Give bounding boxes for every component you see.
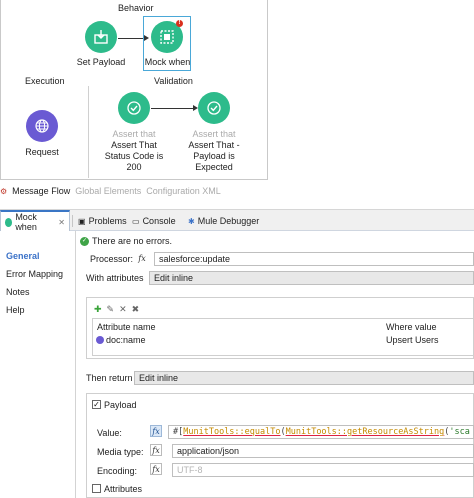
error-badge: ! (176, 20, 183, 27)
assert-payload-line1: Assert That - (188, 140, 240, 150)
delete-icon[interactable]: ✕ (119, 304, 127, 315)
tab-mule-debugger[interactable]: ✱ Mule Debugger (184, 210, 263, 232)
attr-value-cell: Upsert Users (386, 335, 439, 345)
behavior-section-label: Behavior (118, 3, 154, 13)
ok-icon: ✓ (80, 237, 89, 246)
set-payload-icon (94, 30, 108, 44)
payload-checkbox[interactable]: ✓ (92, 400, 101, 409)
expr-fn-getresource: MunitTools::getResourceAsString (285, 427, 445, 437)
media-type-label: Media type: (97, 447, 144, 457)
tab-global-elements[interactable]: Global Elements (75, 186, 141, 196)
nav-help[interactable]: Help (6, 305, 25, 315)
flow-view-tabs: ⚙ Message Flow Global Elements Configura… (0, 184, 221, 198)
check-icon (127, 101, 141, 115)
validation-status: There are no errors. (92, 236, 173, 246)
processor-label: Processor: (90, 254, 134, 264)
encoding-input[interactable]: UTF-8 (172, 463, 474, 477)
execution-section-label: Execution (25, 76, 65, 86)
nav-notes[interactable]: Notes (6, 287, 30, 297)
message-flow-icon: ⚙ (0, 186, 8, 196)
globe-icon (35, 119, 49, 133)
request-node[interactable] (26, 110, 58, 142)
set-payload-label: Set Payload (76, 57, 126, 67)
assert-status-kind: Assert that (112, 129, 156, 139)
check-icon (207, 101, 221, 115)
col-attribute-name: Attribute name (97, 322, 156, 332)
tab-mock-when-label: Mock when (15, 212, 37, 232)
assert-payload-node[interactable] (198, 92, 230, 124)
fx-toggle[interactable]: fx (150, 425, 162, 437)
assert-payload-line2: Payload is (193, 151, 235, 161)
with-attributes-select[interactable]: Edit inline (149, 271, 474, 285)
edit-icon[interactable]: ✎ (107, 304, 115, 315)
mock-when-label: Mock when (144, 57, 191, 67)
assert-status-line3: 200 (126, 162, 142, 172)
value-label: Value: (97, 428, 122, 438)
request-label: Request (25, 147, 59, 157)
tab-problems-label: Problems (88, 216, 127, 226)
set-payload-node[interactable] (85, 21, 117, 53)
assert-payload-line3: Expected (195, 162, 233, 172)
debugger-icon: ✱ (188, 216, 195, 226)
flow-arrow (151, 108, 195, 109)
then-return-label: Then return (86, 373, 133, 383)
flow-arrow (118, 38, 146, 39)
assert-status-node[interactable] (118, 92, 150, 124)
payload-label: Payload (104, 400, 137, 410)
tab-console[interactable]: ▭ Console (128, 210, 180, 232)
mock-when-icon (5, 217, 13, 227)
mock-when-icon (160, 30, 174, 44)
fx-toggle[interactable]: fx (136, 252, 148, 264)
tab-mock-when[interactable]: Mock when ✕ (0, 210, 70, 232)
tab-mule-debugger-label: Mule Debugger (197, 216, 260, 226)
validation-section-label: Validation (154, 76, 193, 86)
add-icon[interactable]: ✚ (94, 304, 102, 315)
attributes-checkbox-label: Attributes (104, 484, 143, 494)
tab-separator (72, 215, 73, 227)
assert-payload-kind: Assert that (192, 129, 236, 139)
nav-general[interactable]: General (6, 251, 40, 261)
tab-console-label: Console (142, 216, 176, 226)
assert-status-line2: Status Code is (104, 151, 164, 161)
problems-icon: ▣ (78, 216, 86, 226)
delete-all-icon[interactable]: ✖ (132, 304, 140, 315)
expr-prefix: #[ (173, 427, 184, 437)
assert-status-line1: Assert That (111, 140, 157, 150)
attribute-icon (96, 336, 104, 344)
nav-error-mapping[interactable]: Error Mapping (6, 269, 63, 279)
expr-string: 'sca (449, 427, 470, 437)
tab-message-flow[interactable]: Message Flow (12, 186, 70, 196)
col-where-value: Where value (386, 322, 437, 332)
properties-nav: General Error Mapping Notes Help (0, 231, 76, 498)
editor-tab-bar: Mock when ✕ ▣ Problems ▭ Console ✱ Mule … (0, 209, 474, 232)
payload-value-editor[interactable]: #[MunitTools::equalTo(MunitTools::getRes… (168, 425, 474, 439)
attributes-checkbox[interactable] (92, 484, 101, 493)
console-icon: ▭ (132, 216, 140, 226)
tab-configuration-xml[interactable]: Configuration XML (146, 186, 221, 196)
attr-name-cell: doc:name (106, 335, 146, 345)
tab-problems[interactable]: ▣ Problems (74, 210, 131, 232)
fx-toggle[interactable]: fx (150, 463, 162, 475)
processor-input[interactable]: salesforce:update (154, 252, 474, 266)
with-attributes-label: With attributes (86, 273, 144, 283)
then-return-select[interactable]: Edit inline (134, 371, 474, 385)
fx-toggle[interactable]: fx (150, 444, 162, 456)
close-icon[interactable]: ✕ (58, 218, 65, 227)
expr-fn-equalto: MunitTools::equalTo (183, 427, 281, 437)
encoding-label: Encoding: (97, 466, 138, 476)
attributes-toolbar: ✚ ✎ ✕ ✖ (94, 304, 144, 315)
media-type-input[interactable]: application/json (172, 444, 474, 458)
section-divider (88, 86, 89, 178)
